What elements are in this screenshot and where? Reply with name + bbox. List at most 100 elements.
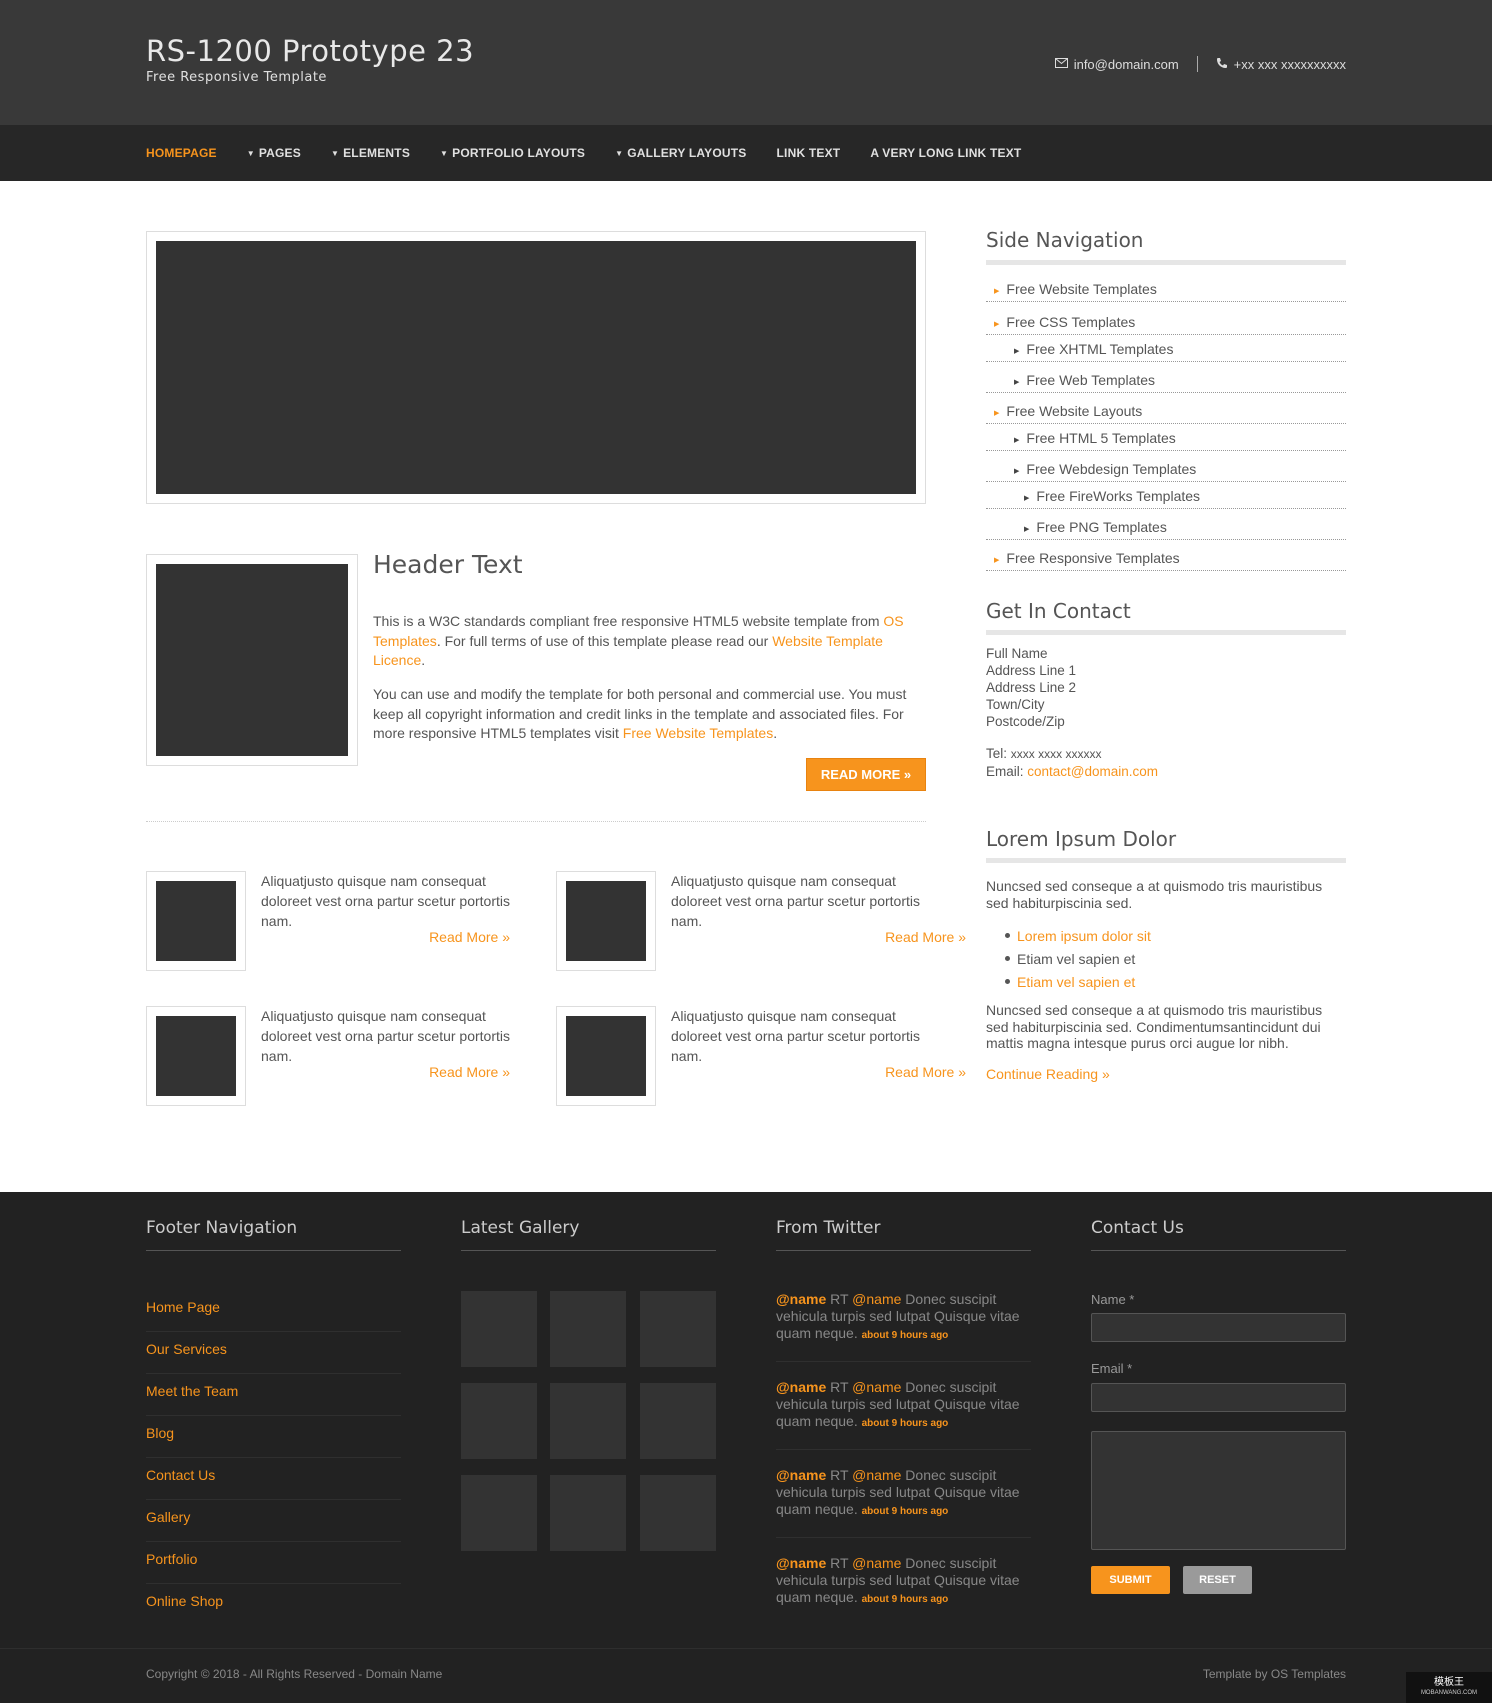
footer-nav-item[interactable]: Meet the Team xyxy=(146,1374,401,1416)
caret-right-icon: ▶ xyxy=(1014,348,1020,355)
free-website-templates-link[interactable]: Free Website Templates xyxy=(623,725,773,741)
list-item[interactable]: Etiam vel sapien et xyxy=(1005,970,1151,993)
lorem-link[interactable]: Lorem ipsum dolor sit xyxy=(1017,928,1151,944)
caret-right-icon: ▶ xyxy=(994,410,1000,417)
gallery-thumbnail[interactable] xyxy=(461,1475,537,1551)
footer-nav-item[interactable]: Contact Us xyxy=(146,1458,401,1500)
gallery-thumbnail[interactable] xyxy=(640,1291,716,1367)
caret-right-icon: ▶ xyxy=(994,321,1000,328)
lorem-paragraph-2: Nuncsed sed conseque a at quismodo tris … xyxy=(986,1002,1323,1051)
tweet-mention[interactable]: @name xyxy=(852,1555,901,1571)
nav-item-long-link-text[interactable]: A VERY LONG LINK TEXT xyxy=(870,146,1021,160)
bullet xyxy=(1005,933,1010,938)
submit-button[interactable]: SUBMIT xyxy=(1091,1566,1170,1594)
nav-item-gallery-layouts[interactable]: ▼ GALLERY LAYOUTS xyxy=(615,146,746,160)
tweet-mention[interactable]: @name xyxy=(852,1291,901,1307)
continue-reading-link[interactable]: Continue Reading » xyxy=(986,1066,1110,1082)
thumbnail-image[interactable] xyxy=(156,1016,236,1096)
divider xyxy=(1196,56,1198,72)
tweet-handle[interactable]: @name xyxy=(776,1467,826,1483)
read-more-link[interactable]: Read More » xyxy=(429,1064,510,1080)
tweet: @name RT @name Donec suscipit vehicula t… xyxy=(776,1555,1020,1605)
template-credit[interactable]: Template by OS Templates xyxy=(1203,1667,1346,1681)
side-nav-item[interactable]: ▶ Free HTML 5 Templates xyxy=(986,424,1346,451)
contact-postcode: Postcode/Zip xyxy=(986,714,1065,729)
nav-item-pages[interactable]: ▼ PAGES xyxy=(247,146,301,160)
featured-image[interactable] xyxy=(156,564,348,756)
divider xyxy=(146,821,926,822)
site-title[interactable]: RS-1200 Prototype 23 xyxy=(146,34,474,68)
side-nav-item[interactable]: ▶ Free Webdesign Templates xyxy=(986,451,1346,482)
tweet-time[interactable]: about 9 hours ago xyxy=(862,1594,949,1605)
nav-item-portfolio-layouts[interactable]: ▼ PORTFOLIO LAYOUTS xyxy=(440,146,585,160)
slider-image[interactable] xyxy=(156,241,916,494)
read-more-link[interactable]: Read More » xyxy=(885,1064,966,1080)
nav-item-homepage[interactable]: HOMEPAGE xyxy=(146,146,217,160)
tweet-time[interactable]: about 9 hours ago xyxy=(862,1506,949,1517)
caret-right-icon: ▶ xyxy=(1024,526,1030,533)
contact-tel: Tel: xxxx xxxx xxxxxx xyxy=(986,746,1102,761)
thumbnail-image[interactable] xyxy=(156,881,236,961)
tweet-mention[interactable]: @name xyxy=(852,1379,901,1395)
tweet-mention[interactable]: @name xyxy=(852,1467,901,1483)
read-more-link[interactable]: Read More » xyxy=(885,929,966,945)
side-nav-item[interactable]: ▶ Free Website Templates xyxy=(986,274,1346,302)
read-more-button[interactable]: READ MORE » xyxy=(806,758,926,791)
lorem-link[interactable]: Etiam vel sapien et xyxy=(1017,974,1135,990)
watermark-logo: 模板王 MOBANWANG.COM xyxy=(1406,1672,1492,1703)
caret-right-icon: ▶ xyxy=(1014,468,1020,475)
side-nav-item[interactable]: ▶ Free XHTML Templates xyxy=(986,335,1346,362)
side-nav-item[interactable]: ▶ Free Website Layouts xyxy=(986,393,1346,424)
caret-right-icon: ▶ xyxy=(1014,379,1020,386)
side-nav-item[interactable]: ▶ Free PNG Templates xyxy=(986,509,1346,540)
gallery-thumbnail[interactable] xyxy=(550,1383,626,1459)
side-nav-item[interactable]: ▶ Free Web Templates xyxy=(986,362,1346,393)
gallery-thumbnail[interactable] xyxy=(550,1291,626,1367)
featured-image-frame xyxy=(146,554,358,766)
footer-nav-item[interactable]: Portfolio xyxy=(146,1542,401,1584)
contact-email-link[interactable]: contact@domain.com xyxy=(1027,764,1158,779)
site-footer: Footer Navigation Home Page Our Services… xyxy=(0,1192,1492,1648)
tweet-handle[interactable]: @name xyxy=(776,1379,826,1395)
divider xyxy=(776,1537,1031,1538)
caret-down-icon: ▼ xyxy=(615,149,624,158)
gallery-thumbnail[interactable] xyxy=(461,1291,537,1367)
gallery-thumbnail[interactable] xyxy=(461,1383,537,1459)
list-item[interactable]: Lorem ipsum dolor sit xyxy=(1005,924,1151,947)
tweet-time[interactable]: about 9 hours ago xyxy=(862,1418,949,1429)
side-nav-title: Side Navigation xyxy=(986,228,1144,252)
footer-nav-item[interactable]: Home Page xyxy=(146,1290,401,1332)
footer-nav-item[interactable]: Blog xyxy=(146,1416,401,1458)
site-header: RS-1200 Prototype 23 Free Responsive Tem… xyxy=(0,0,1492,125)
reset-button[interactable]: RESET xyxy=(1183,1566,1252,1594)
message-field[interactable] xyxy=(1091,1431,1346,1550)
lorem-paragraph-1: Nuncsed sed conseque a at quismodo tris … xyxy=(986,878,1323,911)
nav-item-link-text[interactable]: LINK TEXT xyxy=(777,146,841,160)
tweet-handle[interactable]: @name xyxy=(776,1291,826,1307)
caret-down-icon: ▼ xyxy=(330,149,340,158)
side-nav-item[interactable]: ▶ Free CSS Templates xyxy=(986,302,1346,335)
side-nav-item[interactable]: ▶ Free FireWorks Templates xyxy=(986,482,1346,509)
tweet-handle[interactable]: @name xyxy=(776,1555,826,1571)
tweet-time[interactable]: about 9 hours ago xyxy=(862,1330,949,1341)
header-phone[interactable]: +xx xxx xxxxxxxxxx xyxy=(1234,57,1346,72)
gallery-thumbnail[interactable] xyxy=(550,1475,626,1551)
thumbnail-image[interactable] xyxy=(566,881,646,961)
footer-nav-item[interactable]: Our Services xyxy=(146,1332,401,1374)
gallery-thumbnail[interactable] xyxy=(640,1475,716,1551)
name-field[interactable] xyxy=(1091,1313,1346,1342)
side-nav-item[interactable]: ▶ Free Responsive Templates xyxy=(986,540,1346,571)
slider-frame xyxy=(146,231,926,504)
heading-underline xyxy=(776,1250,1031,1251)
divider xyxy=(776,1361,1031,1362)
nav-item-elements[interactable]: ▼ ELEMENTS xyxy=(331,146,410,160)
footer-nav-item[interactable]: Online Shop xyxy=(146,1584,401,1626)
thumbnail-image[interactable] xyxy=(566,1016,646,1096)
gallery-thumbnail[interactable] xyxy=(640,1383,716,1459)
lorem-list: Lorem ipsum dolor sit Etiam vel sapien e… xyxy=(1005,924,1151,993)
email-field[interactable] xyxy=(1091,1383,1346,1412)
read-more-link[interactable]: Read More » xyxy=(429,929,510,945)
header-email[interactable]: info@domain.com xyxy=(1074,57,1179,72)
footer-nav-item[interactable]: Gallery xyxy=(146,1500,401,1542)
